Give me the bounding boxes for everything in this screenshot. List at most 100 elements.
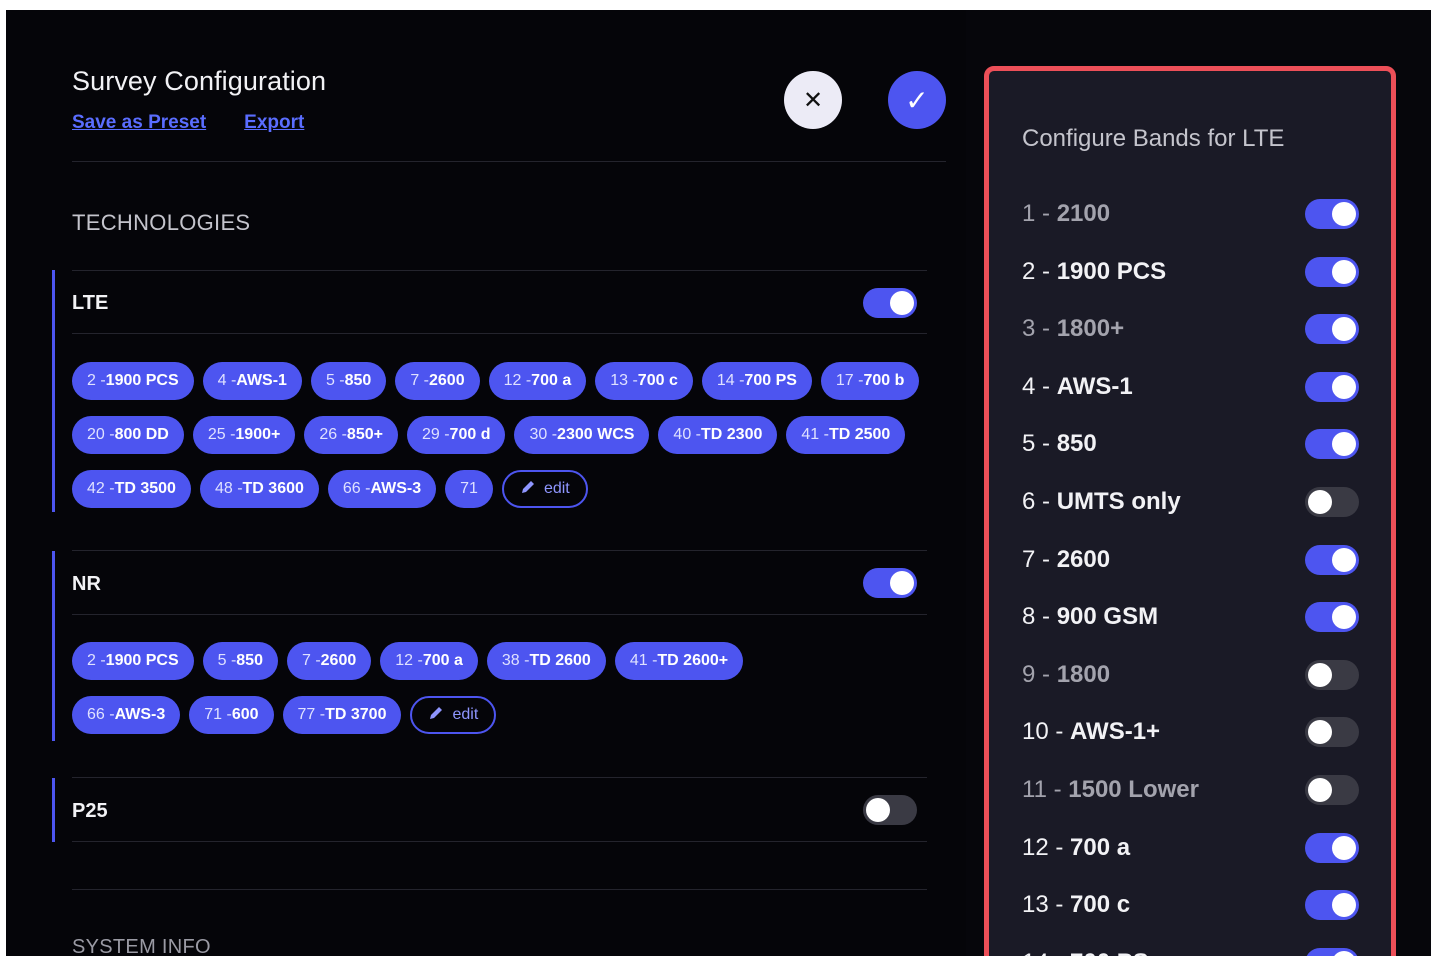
band-chip[interactable]: 71 xyxy=(445,470,493,508)
band-toggle[interactable] xyxy=(1305,487,1359,517)
band-chip[interactable]: 41 - TD 2500 xyxy=(786,416,906,454)
lte-toggle[interactable] xyxy=(863,288,917,318)
confirm-button[interactable]: ✓ xyxy=(888,71,946,129)
band-chip[interactable]: 14 - 700 PS xyxy=(701,362,812,400)
band-chip[interactable]: 41 - TD 2600+ xyxy=(614,642,744,680)
band-row: 13 - 700 c xyxy=(1022,890,1362,921)
band-number: 9 - xyxy=(1022,660,1057,688)
band-toggle[interactable] xyxy=(1305,256,1359,287)
band-chip-name: 850 xyxy=(236,652,263,669)
band-name: 900 GSM xyxy=(1056,603,1159,631)
save-as-preset-link[interactable]: Save as Preset xyxy=(72,112,206,134)
band-toggle[interactable] xyxy=(1305,544,1359,575)
band-label: 1 - 2100 xyxy=(1022,200,1110,228)
band-toggle[interactable] xyxy=(1305,314,1359,345)
band-chip[interactable]: 2 - 1900 PCS xyxy=(72,362,194,400)
band-name: 1800 xyxy=(1056,660,1111,688)
band-number: 10 - xyxy=(1022,718,1071,746)
band-toggle[interactable] xyxy=(1305,659,1359,690)
band-chip[interactable]: 66 - AWS-3 xyxy=(72,696,181,734)
band-chip[interactable]: 12 - 700 a xyxy=(380,642,478,680)
band-chip-name: 700 c xyxy=(637,372,678,389)
band-chip-name: TD 2600+ xyxy=(657,652,729,669)
band-chip-number: 42 - xyxy=(87,480,115,497)
band-toggle[interactable] xyxy=(1305,429,1359,460)
band-chip[interactable]: 17 - 700 b xyxy=(820,362,920,400)
band-chip-number: 66 - xyxy=(87,706,115,723)
close-button[interactable]: ✕ xyxy=(784,71,842,129)
band-chip[interactable]: 66 - AWS-3 xyxy=(327,470,437,508)
band-number: 11 - xyxy=(1022,776,1069,803)
band-chip-number: 12 - xyxy=(503,372,532,389)
band-chip-name: 800 DD xyxy=(114,426,169,443)
configure-bands-panel: Configure Bands for LTE 1 - 2100 2 - 1900… xyxy=(984,66,1396,956)
band-chip-name: 1900+ xyxy=(235,426,281,443)
band-chip[interactable]: 29 - 700 d xyxy=(406,416,506,454)
edit-bands-button[interactable]: edit xyxy=(501,470,588,508)
band-panel-title: Configure Bands for LTE xyxy=(1022,125,1285,152)
lte-band-chips: 2 - 1900 PCS 4 - AWS-1 5 - 850 7 - 2600 12 -… xyxy=(72,362,932,508)
band-label: 7 - 2600 xyxy=(1022,546,1110,574)
band-name: 1500 Lower xyxy=(1068,776,1199,803)
band-chip[interactable]: 7 - 2600 xyxy=(395,362,480,400)
band-toggle[interactable] xyxy=(1305,717,1359,748)
band-toggle[interactable] xyxy=(1305,775,1359,805)
band-chip[interactable]: 38 - TD 2600 xyxy=(486,642,606,680)
export-link[interactable]: Export xyxy=(244,112,304,134)
band-label: 4 - AWS-1 xyxy=(1022,373,1133,401)
band-chip-name: 700 a xyxy=(422,652,463,669)
band-chip-number: 14 - xyxy=(716,372,745,389)
nr-toggle[interactable] xyxy=(863,568,917,598)
band-chip[interactable]: 2 - 1900 PCS xyxy=(72,642,194,680)
band-chip[interactable]: 7 - 2600 xyxy=(286,642,372,680)
band-chip[interactable]: 13 - 700 c xyxy=(595,362,693,400)
band-chip[interactable]: 42 - TD 3500 xyxy=(72,470,191,508)
band-row: 1 - 2100 xyxy=(1022,199,1362,229)
survey-config-panel: Survey Configuration Save as Preset Expo… xyxy=(6,10,966,956)
band-chip[interactable]: 12 - 700 a xyxy=(488,362,587,400)
band-chip[interactable]: 25 - 1900+ xyxy=(192,416,296,454)
band-row: 14 - 700 PS xyxy=(1022,947,1362,956)
band-chip-name: TD 3500 xyxy=(114,480,176,497)
band-chip[interactable]: 26 - 850+ xyxy=(304,416,398,454)
band-chip[interactable]: 5 - 850 xyxy=(202,642,278,680)
band-chip[interactable]: 4 - AWS-1 xyxy=(202,362,302,400)
band-chip-name: TD 3600 xyxy=(242,480,304,497)
band-toggle[interactable] xyxy=(1305,371,1359,402)
band-chip-number: 17 - xyxy=(835,372,864,389)
p25-accent-bar xyxy=(52,778,55,842)
band-number: 2 - xyxy=(1022,257,1057,285)
band-toggle[interactable] xyxy=(1305,890,1359,921)
band-chip-name: AWS-1 xyxy=(236,372,287,389)
band-name: 700 PS xyxy=(1070,949,1149,956)
band-chip-number: 71 - xyxy=(204,706,232,723)
band-chip[interactable]: 77 - TD 3700 xyxy=(282,696,402,734)
band-row: 4 - AWS-1 xyxy=(1022,371,1362,402)
band-label: 14 - 700 PS xyxy=(1022,949,1149,956)
band-chip[interactable]: 48 - TD 3600 xyxy=(199,470,319,508)
band-chip-name: AWS-3 xyxy=(370,480,422,497)
band-chip[interactable]: 5 - 850 xyxy=(310,362,387,400)
band-chip[interactable]: 71 - 600 xyxy=(189,696,274,734)
band-chip[interactable]: 30 - 2300 WCS xyxy=(514,416,650,454)
band-chip[interactable]: 20 - 800 DD xyxy=(72,416,184,454)
band-chip-number: 41 - xyxy=(629,652,658,669)
band-toggle[interactable] xyxy=(1305,199,1359,229)
band-chip-number: 26 - xyxy=(319,426,347,443)
band-toggle[interactable] xyxy=(1305,832,1359,863)
band-row: 7 - 2600 xyxy=(1022,544,1362,575)
band-name: AWS-1+ xyxy=(1070,718,1161,746)
band-name: 700 a xyxy=(1070,833,1131,861)
band-chip-number: 66 - xyxy=(342,480,371,497)
band-number: 8 - xyxy=(1022,603,1057,631)
pencil-icon xyxy=(428,705,444,726)
band-label: 10 - AWS-1+ xyxy=(1022,718,1160,746)
edit-bands-button[interactable]: edit xyxy=(410,696,497,734)
p25-toggle[interactable] xyxy=(863,795,917,825)
band-chip-name: TD 2300 xyxy=(701,426,763,443)
band-name: 1800+ xyxy=(1056,315,1125,343)
band-toggle[interactable] xyxy=(1305,602,1359,633)
band-toggle[interactable] xyxy=(1305,947,1359,956)
band-chip[interactable]: 40 - TD 2300 xyxy=(658,416,778,454)
band-number: 12 - xyxy=(1022,833,1071,861)
